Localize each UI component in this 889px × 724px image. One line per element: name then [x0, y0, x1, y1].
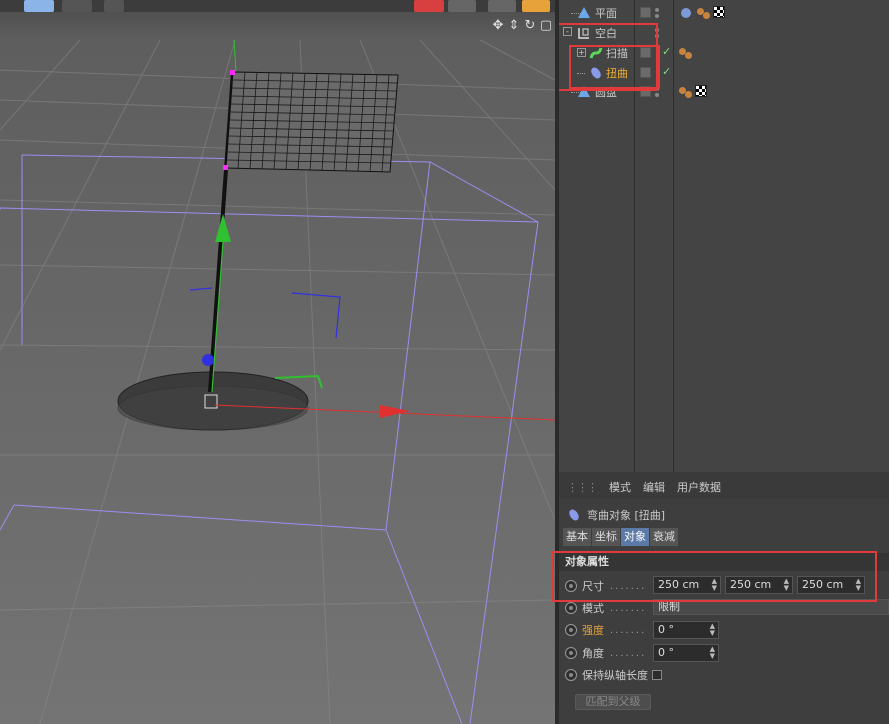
scene-canvas[interactable] [0, 0, 555, 724]
dot-leader: ....... [610, 624, 647, 636]
menu-edit[interactable]: 编辑 [643, 479, 665, 495]
render-settings-button[interactable] [448, 0, 476, 12]
object-name: 平面 [595, 7, 617, 20]
z-axis-handle[interactable] [202, 354, 214, 366]
spinner-icon[interactable]: ▲ ▼ [710, 623, 715, 637]
angle-row: 角度 ....... [565, 643, 885, 663]
phong-tag-icon[interactable] [679, 6, 693, 20]
display-button[interactable] [62, 0, 92, 12]
render-dot[interactable] [655, 93, 659, 97]
tab-basic[interactable]: 基本 [563, 528, 591, 546]
strength-label: 强度 [582, 624, 604, 637]
attribute-tabs: 基本 坐标 对象 衰减 [563, 528, 678, 546]
animate-radio[interactable] [565, 624, 577, 636]
highlight-box-children [569, 45, 660, 89]
angle-field[interactable]: 0 ° ▲ ▼ [653, 644, 719, 662]
enabled-check-icon[interactable]: ✓ [662, 45, 671, 58]
material-tag-icon[interactable] [679, 87, 692, 98]
material-tag-icon[interactable] [697, 8, 710, 20]
render-dot[interactable] [655, 14, 659, 18]
menu-mode[interactable]: 模式 [609, 479, 631, 495]
tab-falloff[interactable]: 衰减 [650, 528, 678, 546]
tab-coord[interactable]: 坐标 [592, 528, 620, 546]
animate-radio[interactable] [565, 602, 577, 614]
viewport-3d[interactable]: ✥ ⇕ ↻ ▢ [0, 0, 555, 724]
keep-length-row: 保持纵轴长度 [565, 665, 885, 685]
deformer-bounding-box [0, 154, 539, 724]
editor-dot[interactable] [655, 8, 659, 12]
grid-view-button[interactable] [24, 0, 54, 12]
tab-object[interactable]: 对象 [621, 528, 649, 546]
tags[interactable] [679, 6, 725, 20]
angle-label: 角度 [582, 647, 604, 660]
material-tag-icon[interactable] [679, 48, 692, 59]
visibility-toggle[interactable] [640, 7, 651, 18]
grip-icon[interactable]: ⋮⋮⋮ [567, 481, 598, 494]
bend-icon [569, 509, 579, 521]
object-manager: 平面 - 空白 + 扫描 ✓ 扭曲 ✓ 圆盘 [559, 0, 889, 472]
keep-length-checkbox[interactable] [652, 670, 662, 680]
viewport-nav: ✥ ⇕ ↻ ▢ [491, 18, 553, 34]
dot-leader: ....... [610, 602, 647, 614]
y-axis-line [211, 227, 225, 393]
plane-icon [578, 7, 590, 18]
texture-tag-icon[interactable] [695, 85, 707, 97]
enabled-check-icon[interactable]: ✓ [662, 65, 671, 78]
viewport-toolbar [0, 0, 555, 12]
zoom-view-icon[interactable]: ⇕ [507, 18, 521, 34]
mode-label: 模式 [582, 602, 604, 615]
tags[interactable] [679, 85, 707, 98]
dot-leader: ....... [610, 647, 647, 659]
filter-button[interactable] [104, 0, 124, 12]
keep-length-label: 保持纵轴长度 [582, 669, 648, 682]
orbit-button[interactable] [522, 0, 550, 12]
animate-radio[interactable] [565, 647, 577, 659]
attribute-menu: ⋮⋮⋮ 模式 编辑 用户数据 [559, 475, 889, 499]
match-parent-button[interactable]: 匹配到父级 [575, 694, 651, 710]
object-type-label: 弯曲对象 [扭曲] [587, 509, 666, 522]
y-axis-arrow[interactable] [215, 214, 231, 242]
x-axis-arrow[interactable] [380, 405, 410, 418]
object-row-plane[interactable]: 平面 [559, 3, 889, 23]
attribute-manager: ⋮⋮⋮ 模式 编辑 用户数据 弯曲对象 [扭曲] 基本 坐标 对象 衰减 对象属… [552, 475, 889, 724]
render-button[interactable] [414, 0, 444, 12]
point-handle-bottom[interactable] [223, 165, 228, 170]
rotate-view-icon[interactable]: ↻ [523, 18, 537, 34]
up-button[interactable] [488, 0, 516, 12]
flag-mesh[interactable] [225, 71, 399, 173]
strength-field[interactable]: 0 ° ▲ ▼ [653, 621, 719, 639]
texture-tag-icon[interactable] [713, 6, 725, 18]
menu-userdata[interactable]: 用户数据 [677, 479, 721, 495]
point-handle-top[interactable] [230, 70, 235, 75]
animate-radio[interactable] [565, 669, 577, 681]
spinner-icon[interactable]: ▲ ▼ [710, 646, 715, 660]
attribute-title: 弯曲对象 [扭曲] [567, 507, 665, 523]
move-view-icon[interactable]: ✥ [491, 18, 505, 34]
highlight-box-size [552, 551, 877, 602]
strength-row: 强度 ....... [565, 620, 885, 640]
y-axis-top [233, 39, 237, 73]
maximize-view-icon[interactable]: ▢ [539, 18, 553, 34]
